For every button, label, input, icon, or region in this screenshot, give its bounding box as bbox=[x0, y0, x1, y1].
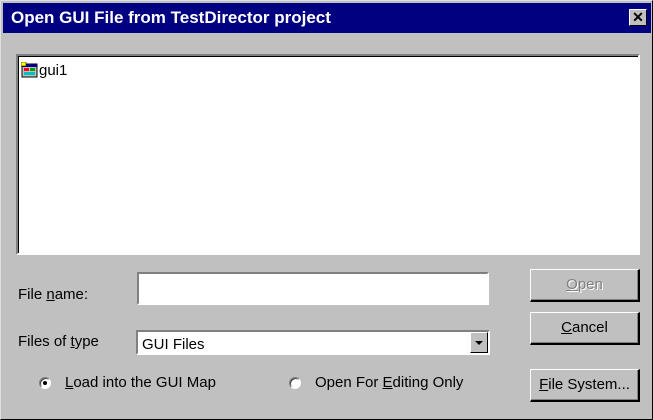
open-gui-file-dialog: Open GUI File from TestDirector project … bbox=[0, 0, 653, 420]
file-type-value: GUI Files bbox=[142, 336, 205, 353]
load-into-gui-map-radio[interactable] bbox=[39, 377, 51, 389]
file-system-button[interactable]: File System... bbox=[530, 369, 640, 402]
file-name-input[interactable] bbox=[137, 272, 489, 305]
title-bar[interactable]: Open GUI File from TestDirector project … bbox=[3, 3, 651, 33]
file-list[interactable]: gui1 bbox=[16, 54, 640, 255]
dialog-title: Open GUI File from TestDirector project bbox=[11, 8, 331, 27]
radio-selected-dot bbox=[43, 381, 47, 385]
open-button[interactable]: Open bbox=[530, 269, 640, 302]
file-type-select[interactable]: GUI Files bbox=[136, 330, 490, 355]
cancel-button[interactable]: Cancel bbox=[530, 312, 640, 345]
gui-file-icon bbox=[20, 61, 39, 79]
files-of-type-label: Files of type bbox=[18, 333, 99, 350]
file-name-label: File name: bbox=[18, 286, 89, 303]
open-for-editing-only-label[interactable]: Open For Editing Only bbox=[315, 374, 463, 391]
close-button[interactable]: ✕ bbox=[629, 9, 647, 26]
close-icon: ✕ bbox=[632, 9, 644, 25]
open-for-editing-only-radio[interactable] bbox=[289, 377, 301, 389]
load-into-gui-map-label[interactable]: Load into the GUI Map bbox=[65, 374, 216, 391]
list-item-label: gui1 bbox=[39, 62, 68, 79]
chevron-down-icon[interactable] bbox=[470, 332, 488, 353]
